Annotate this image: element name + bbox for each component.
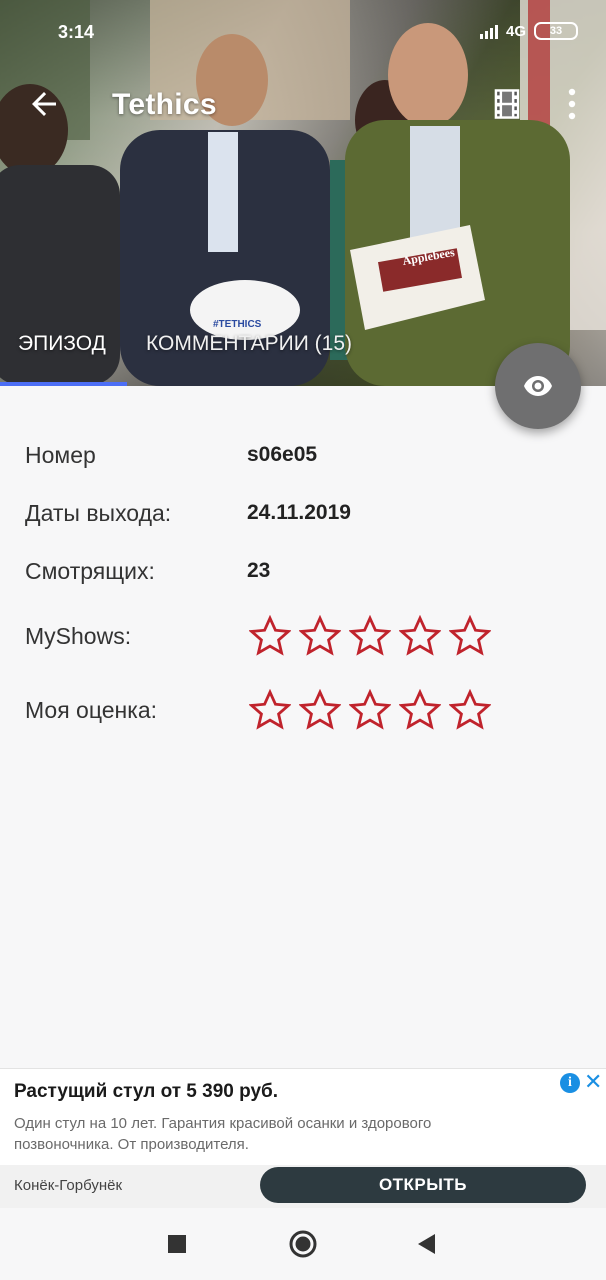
star-icon[interactable] [299, 689, 341, 731]
number-value: s06e05 [247, 443, 318, 466]
ad-open-button[interactable]: ОТКРЫТЬ [260, 1167, 586, 1203]
ad-sponsor: Конёк-Горбунёк [14, 1177, 123, 1194]
episode-hero-image: #TETHICS Applebees 3:14 4G 33 Tethics ЭП… [0, 0, 606, 386]
watchers-label: Смотрящих: [25, 558, 155, 584]
star-icon [349, 615, 391, 656]
myshows-label: MyShows: [25, 623, 132, 649]
ad-description: Один стул на 10 лет. Гарантия красивой о… [14, 1115, 432, 1153]
star-icon[interactable] [249, 689, 291, 731]
ad-footer: Конёк-Горбунёк ОТКРЫТЬ [0, 1165, 606, 1209]
back-triangle-icon[interactable] [413, 1230, 441, 1258]
close-icon[interactable]: ✕ [584, 1070, 602, 1094]
star-icon[interactable] [449, 689, 491, 731]
status-time: 3:14 [58, 22, 95, 42]
star-icon [299, 615, 341, 656]
star-icon [449, 615, 491, 656]
network-type: 4G [505, 22, 526, 40]
air-date-value: 24.11.2019 [247, 501, 351, 524]
number-label: Номер [25, 442, 96, 468]
star-icon [249, 615, 291, 656]
eye-icon [524, 376, 552, 396]
detail-row-air-date: Даты выхода: 24.11.2019 [0, 500, 606, 540]
status-indicators: 4G 33 [479, 22, 578, 40]
my-rating-stars[interactable] [249, 689, 491, 731]
system-nav-bar [0, 1208, 606, 1280]
detail-row-watchers: Смотрящих: 23 [0, 558, 606, 598]
recents-square-icon[interactable] [163, 1230, 191, 1258]
watchers-value: 23 [247, 559, 271, 582]
detail-row-myshows: MyShows: [0, 615, 606, 663]
home-circle-icon[interactable] [289, 1230, 317, 1258]
tab-episode[interactable]: ЭПИЗОД [18, 332, 106, 356]
info-icon[interactable]: i [560, 1073, 580, 1093]
tab-indicator [0, 382, 127, 386]
status-bar: 3:14 4G 33 [0, 0, 606, 64]
arrow-left-icon[interactable] [26, 86, 62, 122]
page-title: Tethics [112, 88, 217, 121]
star-icon[interactable] [399, 689, 441, 731]
battery-icon: 33 [534, 22, 578, 40]
star-icon[interactable] [349, 689, 391, 731]
signal-icon [479, 23, 498, 39]
detail-row-my-rating: Моя оценка: [0, 689, 606, 737]
my-rating-label: Моя оценка: [25, 697, 158, 723]
air-date-label: Даты выхода: [25, 500, 172, 526]
film-icon[interactable] [492, 88, 522, 120]
more-vert-icon[interactable] [560, 86, 584, 122]
myshows-rating [249, 615, 491, 657]
top-toolbar: Tethics [0, 78, 606, 138]
star-icon [399, 615, 441, 656]
detail-row-number: Номер s06e05 [0, 442, 606, 482]
tab-comments[interactable]: КОММЕНТАРИИ (15) [146, 332, 352, 356]
ad-title[interactable]: Растущий стул от 5 390 руб. [14, 1081, 278, 1103]
mark-watched-button[interactable] [495, 343, 581, 429]
ad-banner[interactable]: Растущий стул от 5 390 руб. i ✕ Один сту… [0, 1068, 606, 1209]
